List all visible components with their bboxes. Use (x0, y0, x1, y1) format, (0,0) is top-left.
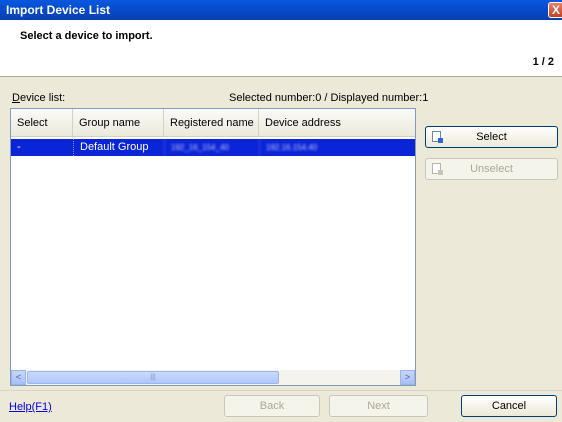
device-list-label: Device list: (12, 92, 65, 104)
horizontal-scrollbar[interactable]: < ||| > (11, 370, 415, 385)
scroll-thumb[interactable]: ||| (27, 371, 279, 384)
selection-count: Selected number:0 / Displayed number:1 (229, 92, 429, 104)
unselect-button-label: Unselect (470, 163, 513, 175)
grip-icon: ||| (150, 374, 156, 381)
back-button[interactable]: Back (224, 395, 320, 417)
device-list-label-rest: evice list: (19, 92, 66, 104)
unselect-button[interactable]: Unselect (425, 158, 558, 180)
device-list-label-accel: D (12, 92, 20, 104)
instruction-text: Select a device to import. (20, 30, 153, 42)
device-list[interactable]: Select Group name Registered name Device… (10, 108, 416, 386)
column-header-group[interactable]: Group name (73, 109, 164, 136)
help-link[interactable]: Help(F1) (9, 401, 52, 413)
select-button-label: Select (476, 131, 507, 143)
chevron-right-icon: > (404, 372, 411, 382)
cell-registered-name: 192_16_154_40 (164, 139, 259, 156)
window-title: Import Device List (6, 3, 111, 17)
remove-device-icon (432, 163, 443, 175)
cancel-button[interactable]: Cancel (461, 395, 557, 417)
select-button[interactable]: Select (425, 126, 558, 148)
next-button[interactable]: Next (329, 395, 428, 417)
scroll-right-button[interactable]: > (400, 370, 415, 385)
column-header-device-address[interactable]: Device address (259, 109, 415, 136)
title-bar[interactable]: Import Device List X (0, 0, 562, 20)
cell-group: Default Group (73, 139, 164, 156)
cell-select: - (17, 141, 21, 153)
import-device-dialog: Import Device List X Select a device to … (0, 0, 562, 422)
close-button[interactable]: X (548, 2, 562, 18)
column-header-select[interactable]: Select (11, 109, 73, 136)
step-indicator: 1 / 2 (532, 56, 554, 68)
chevron-left-icon: < (15, 372, 22, 382)
list-header: Select Group name Registered name Device… (11, 109, 415, 137)
cell-device-address: 192.16.154.40 (259, 139, 415, 156)
close-icon: X (551, 3, 560, 17)
footer-divider (0, 390, 562, 391)
add-device-icon (432, 131, 443, 143)
table-row[interactable]: - Default Group 192_16_154_40 192.16.154… (11, 139, 415, 156)
column-header-registered-name[interactable]: Registered name (164, 109, 259, 136)
wizard-header: Select a device to import. 1 / 2 (0, 20, 562, 77)
scroll-left-button[interactable]: < (11, 370, 26, 385)
